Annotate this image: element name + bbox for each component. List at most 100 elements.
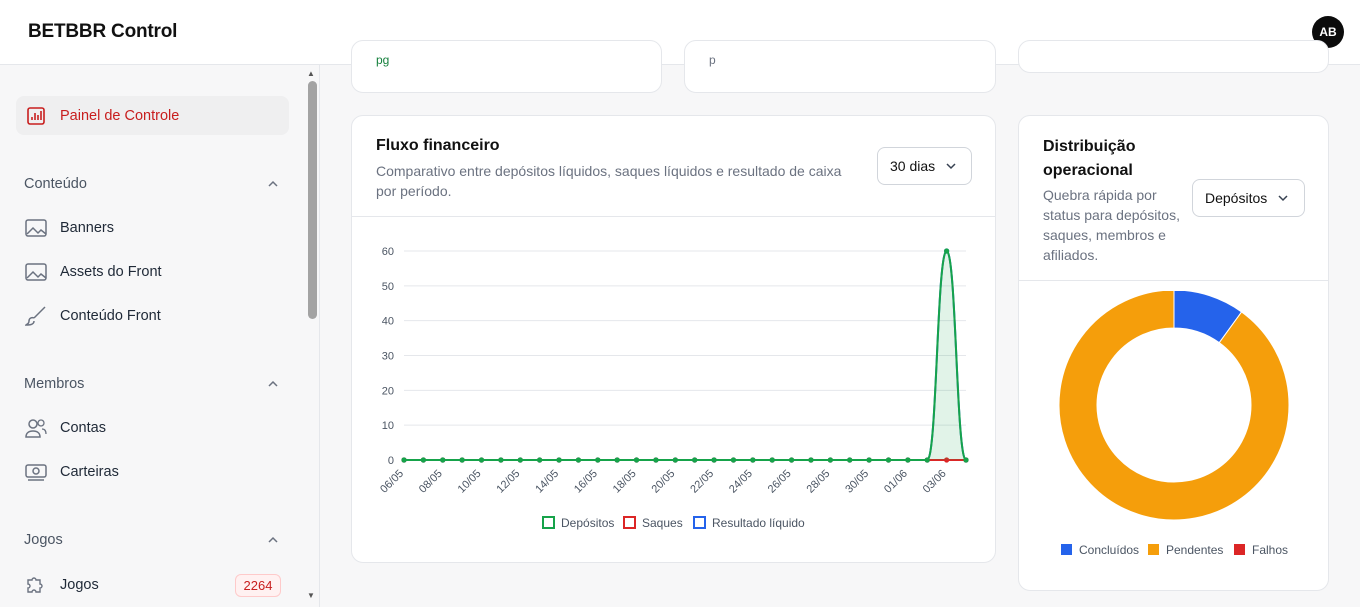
x-tick-label: 28/05 (805, 468, 833, 496)
card-subtitle: Quebra rápida por status para depósitos,… (1043, 187, 1180, 263)
x-tick-label: 24/05 (727, 468, 755, 496)
jogos-count-badge: 2264 (235, 574, 281, 597)
data-point (905, 457, 911, 463)
legend-label: Depósitos (561, 516, 614, 530)
data-point (575, 457, 582, 463)
legend-label: Concluídos (1079, 543, 1139, 557)
distribution-donut-chart: Concluídos Pendentes Falhos (1058, 291, 1290, 557)
financial-flow-card: Fluxo financeiro Comparativo entre depós… (351, 115, 996, 563)
data-point (711, 457, 717, 463)
data-point (963, 457, 969, 463)
brush-icon (24, 304, 48, 328)
type-select-value: Depósitos (1205, 190, 1268, 206)
data-point (788, 457, 795, 463)
data-point (556, 457, 562, 463)
x-tick-label: 01/06 (882, 468, 910, 496)
type-select[interactable]: Depósitos (1192, 179, 1305, 217)
chevron-down-icon (946, 163, 956, 170)
section-title: Conteúdo (24, 176, 87, 192)
x-tick-label: 20/05 (649, 468, 677, 496)
section-membros[interactable]: Membros (24, 374, 280, 394)
section-conteudo[interactable]: Conteúdo (24, 174, 280, 194)
x-tick-label: 14/05 (533, 468, 561, 496)
period-select-value: 30 dias (890, 158, 936, 174)
legend-swatch (693, 516, 706, 529)
legend-swatch (623, 516, 636, 529)
y-tick-label: 40 (382, 316, 394, 328)
sidebar-item-conteudo-front[interactable]: Conteúdo Front (24, 304, 161, 328)
sidebar-scrollbar-thumb[interactable] (308, 81, 317, 319)
puzzle-icon (24, 573, 48, 597)
legend-swatch (1148, 544, 1159, 555)
section-title: Jogos (24, 532, 63, 548)
card-subtitle: Comparativo entre depósitos líquidos, sa… (376, 163, 842, 199)
users-icon (24, 416, 48, 440)
data-point (827, 457, 833, 463)
y-tick-label: 0 (388, 455, 394, 467)
y-tick-label: 20 (382, 385, 394, 397)
x-tick-label: 10/05 (456, 468, 484, 496)
summary-card-1: pg (351, 40, 662, 93)
scroll-up-arrow-icon[interactable]: ▲ (307, 69, 315, 78)
section-title: Membros (24, 376, 85, 392)
data-point (517, 457, 523, 463)
data-point (420, 457, 426, 463)
financial-flow-chart: 0 10 20 30 40 50 60 06/05 08/05 10/05 12/05 14/05 16… (378, 246, 969, 530)
summary-card-2: p (684, 40, 996, 93)
data-point (653, 457, 659, 463)
y-tick-label: 60 (382, 246, 394, 258)
section-jogos[interactable]: Jogos (24, 530, 280, 550)
sidebar-item-contas[interactable]: Contas (24, 416, 106, 440)
data-point (750, 457, 756, 463)
legend-label: Pendentes (1166, 543, 1223, 557)
data-point (614, 457, 620, 463)
legend-swatch (542, 516, 555, 529)
legend-swatch (1061, 544, 1072, 555)
legend-label: Saques (642, 516, 683, 530)
sidebar-item-jogos[interactable]: Jogos (24, 573, 99, 597)
chevron-down-icon (1278, 195, 1288, 202)
sidebar-item-label: Banners (60, 220, 115, 236)
distribution-card: Distribuição operacional Quebra rápida p… (1018, 115, 1329, 591)
data-point (478, 457, 485, 463)
x-tick-label: 18/05 (611, 468, 639, 496)
data-point (885, 457, 892, 463)
sidebar-item-label: Assets do Front (60, 264, 162, 280)
x-tick-label: 16/05 (572, 468, 600, 496)
x-tick-label: 03/06 (921, 468, 949, 496)
sidebar-item-carteiras[interactable]: Carteiras (24, 460, 119, 484)
legend-label: Falhos (1252, 543, 1288, 557)
summary-card-3 (1018, 40, 1329, 73)
chevron-up-icon (268, 180, 278, 187)
x-tick-label: 08/05 (417, 468, 445, 496)
y-tick-label: 30 (382, 351, 394, 363)
y-tick-label: 50 (382, 281, 394, 293)
card-title: Fluxo financeiro (376, 137, 500, 154)
x-tick-label: 06/05 (378, 468, 406, 496)
data-point (944, 248, 950, 254)
x-tick-label: 30/05 (843, 468, 871, 496)
donut-slice-Pendentes (1058, 291, 1290, 521)
sidebar-item-label: Jogos (60, 577, 99, 593)
card-divider (352, 216, 995, 217)
sidebar-item-assets-do-front[interactable]: Assets do Front (24, 260, 162, 284)
legend-label: Resultado líquido (712, 516, 805, 530)
summary-card-fragment: p (709, 53, 716, 67)
y-tick-label: 10 (382, 420, 394, 432)
data-point (459, 457, 465, 463)
data-point (498, 457, 504, 463)
app-title[interactable]: BETBBR Control (28, 21, 177, 43)
chart-bars-icon (24, 104, 48, 128)
card-divider (1019, 280, 1328, 281)
image-icon (24, 216, 48, 240)
sidebar-item-label: Contas (60, 420, 106, 436)
data-point (537, 457, 543, 463)
image-icon (24, 260, 48, 284)
chevron-up-icon (268, 380, 278, 387)
scroll-down-arrow-icon[interactable]: ▼ (307, 591, 315, 600)
sidebar-item-banners[interactable]: Banners (24, 216, 114, 240)
sidebar-item-painel-de-controle[interactable]: Painel de Controle (24, 104, 179, 128)
period-select[interactable]: 30 dias (877, 147, 972, 185)
chevron-up-icon (268, 536, 278, 543)
legend-swatch (1234, 544, 1245, 555)
